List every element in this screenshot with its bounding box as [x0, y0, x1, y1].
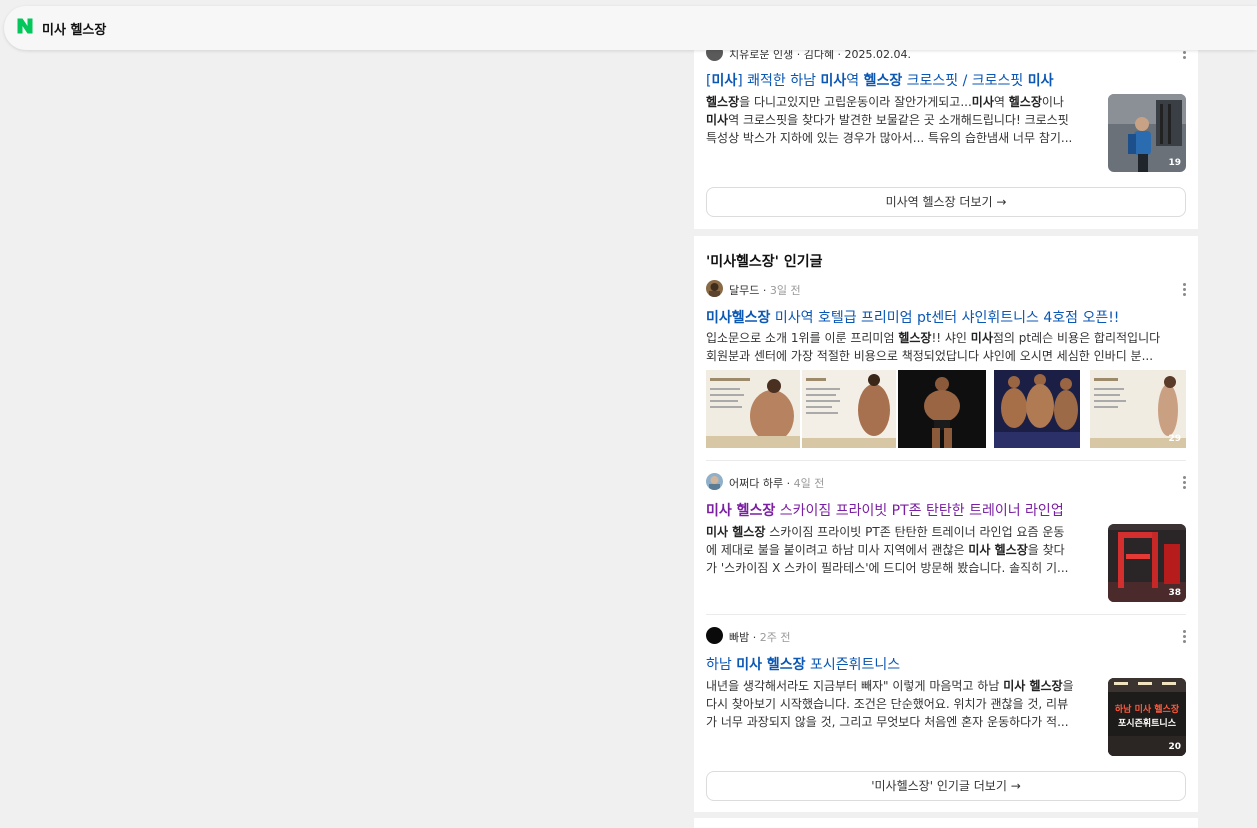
- text-segment: 회원분과 센터에 가장 적절한 비용으로 책정되었답니다 샤인에 오시면 세심한…: [706, 349, 1154, 363]
- search-result-card: 치유로운 인생 · 김다혜 · 2025.02.04. [미사] 쾌적한 하남 …: [694, 30, 1198, 229]
- more-results-button[interactable]: 미사역 헬스장 더보기 →: [706, 187, 1186, 217]
- snippet-line: 미사역 크로스핏을 찾다가 발견한 보물같은 곳 소개해드립니다! 크로스핏: [706, 111, 1094, 129]
- highlighted-keyword: 헬스장: [736, 503, 776, 519]
- highlighted-keyword: 미사 헬스장: [968, 543, 1028, 557]
- text-segment: 을: [1062, 679, 1074, 693]
- text-segment: 스카이짐 프라이빗 PT존 탄탄한 트레이너 라인업 요즘 운동: [765, 525, 1065, 539]
- highlighted-keyword: 미사: [970, 331, 993, 345]
- snippet-line: 회원분과 센터에 가장 적절한 비용으로 책정되었답니다 샤인에 오시면 세심한…: [706, 347, 1186, 365]
- search-bar[interactable]: 미사 헬스장: [4, 6, 1257, 50]
- highlighted-keyword: 헬스장: [706, 95, 740, 109]
- text-segment: 가 너무 과장되지 않을 것, 그리고 무엇보다 처음엔 혼자 운동하다가 적.…: [706, 715, 1069, 729]
- snippet-line: 헬스장을 다니고있지만 고립운동이라 잘안가게되고...미사역 헬스장이나: [706, 93, 1094, 111]
- more-popular-button[interactable]: '미사헬스장' 인기글 더보기 →: [706, 771, 1186, 801]
- section-heading: '미사헬스장' 인기글: [706, 254, 823, 270]
- text-segment: 미사역 호텔급 프리미엄 pt센터 샤인휘트니스 4호점 오픈!!: [770, 310, 1120, 326]
- divider: [706, 614, 1186, 615]
- avatar[interactable]: [706, 280, 723, 297]
- avatar[interactable]: [706, 473, 723, 490]
- text-segment: 역 크로스핏을 찾다가 발견한 보물같은 곳 소개해드립니다! 크로스핏: [728, 113, 1069, 127]
- text-segment: 다시 찾아보기 시작했습니다. 조건은 단순했어요. 위치가 괜찮을 것, 리뷰: [706, 697, 1069, 711]
- search-query-text[interactable]: 미사 헬스장: [42, 19, 106, 38]
- snippet-line: 입소문으로 소개 1위를 이룬 프리미엄 헬스장!! 샤인 미사점의 pt레슨 …: [706, 329, 1186, 347]
- post-thumbnail[interactable]: 하남 미사 헬스장 포시즌휘트니스 20: [1108, 678, 1186, 756]
- post-thumbnail[interactable]: 19: [1108, 94, 1186, 172]
- image-count-badge: 20: [1168, 742, 1181, 752]
- text-segment: 점의 pt레슨 비용은 합리적입니다: [992, 331, 1161, 345]
- post-time: 3일 전: [769, 284, 801, 297]
- snippet-line: 특성상 박스가 지하에 있는 경우가 많아서... 특유의 습한냄새 너무 참기…: [706, 129, 1094, 147]
- snippet-line: 가 너무 과장되지 않을 것, 그리고 무엇보다 처음엔 혼자 운동하다가 적.…: [706, 713, 1094, 731]
- text-segment: !! 샤인: [931, 331, 971, 345]
- post-author: 달무드: [729, 284, 760, 297]
- image-count-badge: 19: [1168, 158, 1181, 168]
- post-snippet[interactable]: 헬스장을 다니고있지만 고립운동이라 잘안가게되고...미사역 헬스장이나 미사역…: [706, 93, 1094, 147]
- image-count-badge: 38: [1168, 588, 1181, 598]
- highlighted-keyword: 미사헬스장: [706, 310, 771, 326]
- gallery-image[interactable]: [802, 370, 896, 448]
- text-segment: 에 제대로 불을 붙이려고 하남 미사 지역에서 괜찮은: [706, 543, 969, 557]
- post-time: 2주 전: [759, 631, 791, 644]
- text-segment: 입소문으로 소개 1위를 이룬 프리미엄: [706, 331, 899, 345]
- text-segment: ] 쾌적한 하남: [737, 73, 821, 89]
- gallery-image[interactable]: [706, 370, 800, 448]
- thumbnail-caption: 하남 미사 헬스장: [1114, 705, 1180, 715]
- highlighted-keyword: 헬스장: [898, 331, 932, 345]
- text-segment: 내년을 생각해서라도 지금부터 빼자" 이렇게 마음먹고 하남: [706, 679, 1004, 693]
- snippet-line: 내년을 생각해서라도 지금부터 빼자" 이렇게 마음먹고 하남 미사 헬스장을: [706, 677, 1094, 695]
- snippet-line: 에 제대로 불을 붙이려고 하남 미사 지역에서 괜찮은 미사 헬스장을 찾다: [706, 541, 1094, 559]
- post-time: 4일 전: [793, 477, 825, 490]
- text-segment: 을 찾다: [1027, 543, 1065, 557]
- snippet-line: 미사 헬스장 스카이짐 프라이빗 PT존 탄탄한 트레이너 라인업 요즘 운동: [706, 523, 1094, 541]
- highlighted-keyword: 헬스장: [1008, 95, 1042, 109]
- text-segment: 이나: [1041, 95, 1064, 109]
- post-title-link[interactable]: 미사 헬스장 스카이짐 프라이빗 PT존 탄탄한 트레이너 라인업: [706, 500, 1186, 520]
- highlighted-keyword: 미사 헬스장: [736, 657, 806, 673]
- highlighted-keyword: 미사: [706, 503, 737, 519]
- text-segment: 역: [993, 95, 1009, 109]
- gallery-image[interactable]: [994, 370, 1080, 448]
- more-options-icon[interactable]: [1182, 630, 1186, 644]
- more-options-icon[interactable]: [1182, 283, 1186, 297]
- highlighted-keyword: 미사 헬스장: [1003, 679, 1063, 693]
- text-segment: 가 '스카이짐 X 스카이 필라테스'에 드디어 방문해 봤습니다. 솔직히 기…: [706, 561, 1069, 575]
- post-author: 빠밤: [729, 631, 750, 644]
- post-author: 어쩌다 하루: [729, 477, 784, 490]
- snippet-line: 다시 찾아보기 시작했습니다. 조건은 단순했어요. 위치가 괜찮을 것, 리뷰: [706, 695, 1094, 713]
- post-title-link[interactable]: 하남 미사 헬스장 포시즌휘트니스: [706, 654, 1186, 674]
- popular-posts-card: '미사헬스장' 인기글 달무드 · 3일 전 미사헬스장 미사역 호텔급 프리미…: [694, 236, 1198, 812]
- highlighted-keyword: 미사: [711, 73, 738, 89]
- next-result-card: [694, 818, 1198, 828]
- text-segment: 크로스핏 / 크로스핏: [902, 73, 1028, 89]
- naver-logo-icon[interactable]: [16, 17, 34, 35]
- post-snippet[interactable]: 입소문으로 소개 1위를 이룬 프리미엄 헬스장!! 샤인 미사점의 pt레슨 …: [706, 329, 1186, 365]
- image-gallery[interactable]: 29: [706, 370, 1186, 448]
- text-segment: 역: [846, 73, 864, 89]
- post-snippet[interactable]: 내년을 생각해서라도 지금부터 빼자" 이렇게 마음먹고 하남 미사 헬스장을 다…: [706, 677, 1094, 731]
- avatar[interactable]: [706, 627, 723, 644]
- image-count-badge: 29: [1168, 434, 1181, 444]
- highlighted-keyword: 미사 헬스장: [706, 525, 766, 539]
- post-snippet[interactable]: 미사 헬스장 스카이짐 프라이빗 PT존 탄탄한 트레이너 라인업 요즘 운동 에…: [706, 523, 1094, 577]
- highlighted-keyword: 미사: [706, 113, 729, 127]
- divider: [706, 460, 1186, 461]
- post-title-link[interactable]: 미사헬스장 미사역 호텔급 프리미엄 pt센터 샤인휘트니스 4호점 오픈!!: [706, 307, 1186, 327]
- gallery-image[interactable]: [898, 370, 986, 448]
- text-segment: 스카이짐 프라이빗 PT존 탄탄한 트레이너 라인업: [775, 503, 1064, 519]
- text-segment: 특성상 박스가 지하에 있는 경우가 많아서... 특유의 습한냄새 너무 참기…: [706, 131, 1073, 145]
- post-title-link[interactable]: [미사] 쾌적한 하남 미사역 헬스장 크로스핏 / 크로스핏 미사: [706, 70, 1186, 90]
- highlighted-keyword: 헬스장: [863, 73, 903, 89]
- more-options-icon[interactable]: [1182, 476, 1186, 490]
- post-thumbnail[interactable]: 38: [1108, 524, 1186, 602]
- highlighted-keyword: 미사: [820, 73, 847, 89]
- text-segment: 을 다니고있지만 고립운동이라 잘안가게되고...: [739, 95, 972, 109]
- highlighted-keyword: 미사: [971, 95, 994, 109]
- highlighted-keyword: 미사: [1027, 73, 1054, 89]
- text-segment: 포시즌휘트니스: [805, 657, 901, 673]
- snippet-line: 가 '스카이짐 X 스카이 필라테스'에 드디어 방문해 봤습니다. 솔직히 기…: [706, 559, 1094, 577]
- text-segment: 하남: [706, 657, 737, 673]
- gallery-image[interactable]: 29: [1090, 370, 1186, 448]
- thumbnail-caption: 포시즌휘트니스: [1118, 719, 1176, 729]
